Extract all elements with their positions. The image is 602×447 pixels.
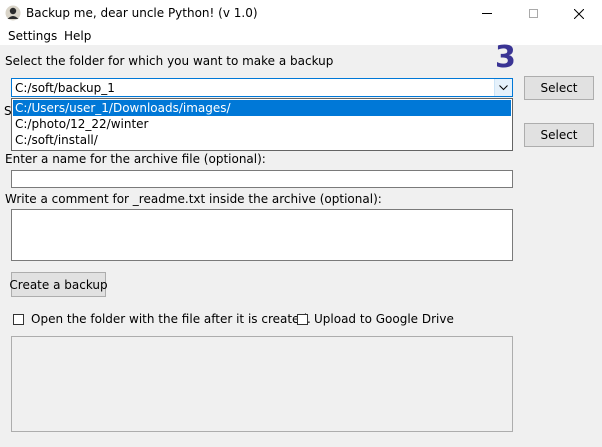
- maximize-button[interactable]: [510, 0, 556, 27]
- archive-name-label: Enter a name for the archive file (optio…: [5, 152, 266, 166]
- comment-label: Write a comment for _readme.txt inside t…: [5, 192, 382, 206]
- log-output-box: [11, 336, 513, 432]
- window-title: Backup me, dear uncle Python! (v 1.0): [26, 6, 258, 20]
- app-icon: [5, 5, 21, 21]
- dropdown-option[interactable]: C:/soft/install/: [13, 132, 511, 148]
- combobox-value: C:/soft/backup_1: [15, 81, 115, 95]
- source-folder-label: Select the folder for which you want to …: [5, 54, 334, 68]
- close-button[interactable]: [556, 0, 602, 27]
- title-bar: Backup me, dear uncle Python! (v 1.0): [0, 0, 602, 27]
- minimize-icon: [482, 13, 492, 14]
- upload-drive-checkbox[interactable]: [297, 314, 308, 325]
- close-icon: [574, 8, 584, 19]
- comment-textarea[interactable]: [11, 209, 513, 261]
- create-backup-button[interactable]: Create a backup: [9, 272, 108, 297]
- menu-settings[interactable]: Settings: [8, 29, 57, 43]
- dropdown-option[interactable]: C:/Users/user_1/Downloads/images/: [13, 100, 511, 116]
- combobox-dropdown-button[interactable]: [494, 79, 512, 96]
- step-number-annotation: 3: [495, 40, 516, 75]
- upload-drive-label: Upload to Google Drive: [314, 312, 454, 326]
- archive-name-input[interactable]: [11, 170, 513, 188]
- destination-folder-label: S: [4, 104, 12, 118]
- select-destination-button[interactable]: Select: [524, 123, 594, 147]
- folder-dropdown-list: C:/Users/user_1/Downloads/images/ C:/pho…: [11, 98, 513, 151]
- open-folder-checkbox[interactable]: [13, 314, 24, 325]
- open-folder-label: Open the folder with the file after it i…: [31, 312, 311, 326]
- dropdown-option[interactable]: C:/photo/12_22/winter: [13, 116, 511, 132]
- chevron-down-icon: [499, 84, 508, 90]
- menu-help[interactable]: Help: [64, 29, 91, 43]
- select-source-button[interactable]: Select: [524, 76, 594, 100]
- source-folder-combobox[interactable]: C:/soft/backup_1: [11, 78, 513, 97]
- maximize-icon: [528, 9, 538, 18]
- minimize-button[interactable]: [464, 0, 510, 27]
